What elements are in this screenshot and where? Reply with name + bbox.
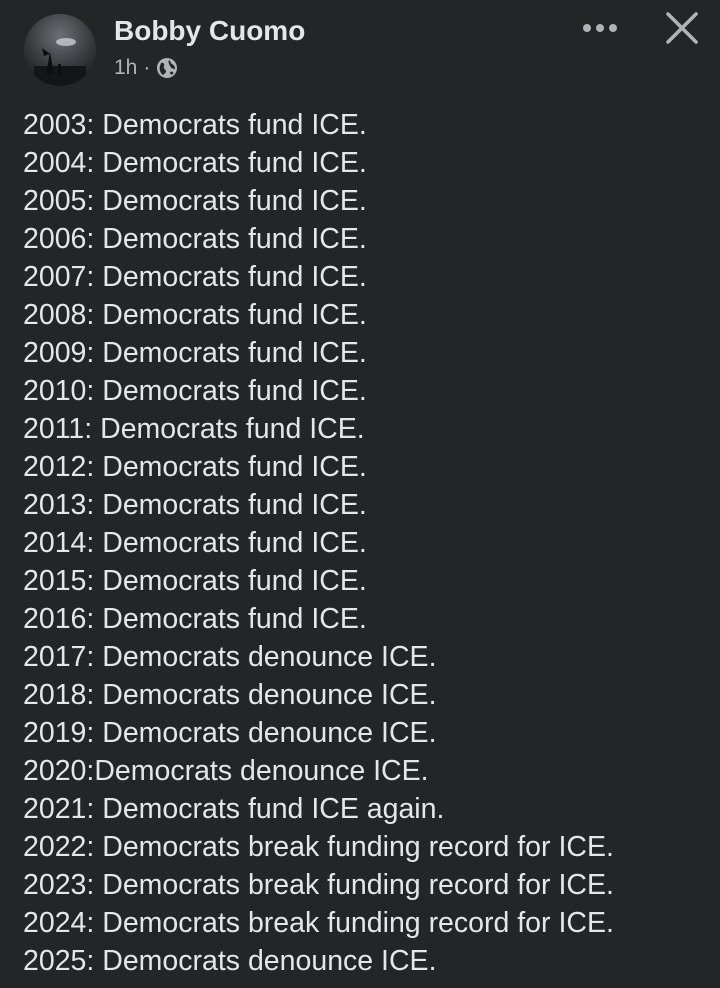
avatar[interactable] — [24, 14, 96, 86]
post-line: 2007: Democrats fund ICE. — [23, 261, 367, 293]
post-line: 2022: Democrats break funding record for… — [23, 831, 614, 863]
post-line: 2009: Democrats fund ICE. — [23, 337, 367, 369]
post-text: 2003: Democrats fund ICE. 2004: Democrat… — [23, 106, 713, 980]
author-name[interactable]: Bobby Cuomo — [114, 14, 305, 48]
close-button[interactable] — [658, 6, 706, 50]
post-line: 2025: Democrats denounce ICE. — [23, 945, 437, 977]
post-line: 2011: Democrats fund ICE. — [23, 413, 365, 445]
post-line: 2004: Democrats fund ICE. — [23, 147, 367, 179]
close-icon — [666, 12, 698, 44]
post-time[interactable]: 1h — [114, 56, 137, 80]
post-line: 2024: Democrats break funding record for… — [23, 907, 614, 939]
post-line: 2006: Democrats fund ICE. — [23, 223, 367, 255]
post-line: 2012: Democrats fund ICE. — [23, 451, 367, 483]
post-line: 2019: Democrats denounce ICE. — [23, 717, 437, 749]
post-line: 2018: Democrats denounce ICE. — [23, 679, 437, 711]
post-meta: 1h · — [114, 54, 178, 82]
post-line: 2017: Democrats denounce ICE. — [23, 641, 437, 673]
post-line: 2020:Democrats denounce ICE. — [23, 755, 429, 787]
more-options-icon — [583, 24, 617, 32]
post-line: 2014: Democrats fund ICE. — [23, 527, 367, 559]
post-header: Bobby Cuomo 1h · — [0, 0, 720, 96]
post-line: 2010: Democrats fund ICE. — [23, 375, 367, 407]
avatar-image — [24, 14, 96, 86]
more-options-button[interactable] — [576, 8, 624, 48]
post-line: 2013: Democrats fund ICE. — [23, 489, 367, 521]
post-line: 2021: Democrats fund ICE again. — [23, 793, 445, 825]
post-line: 2023: Democrats break funding record for… — [23, 869, 614, 901]
post-line: 2008: Democrats fund ICE. — [23, 299, 367, 331]
globe-icon[interactable] — [156, 57, 178, 79]
post-line: 2005: Democrats fund ICE. — [23, 185, 367, 217]
meta-separator: · — [143, 56, 151, 79]
post-line: 2003: Democrats fund ICE. — [23, 109, 367, 141]
post-line: 2016: Democrats fund ICE. — [23, 603, 367, 635]
post-line: 2015: Democrats fund ICE. — [23, 565, 367, 597]
